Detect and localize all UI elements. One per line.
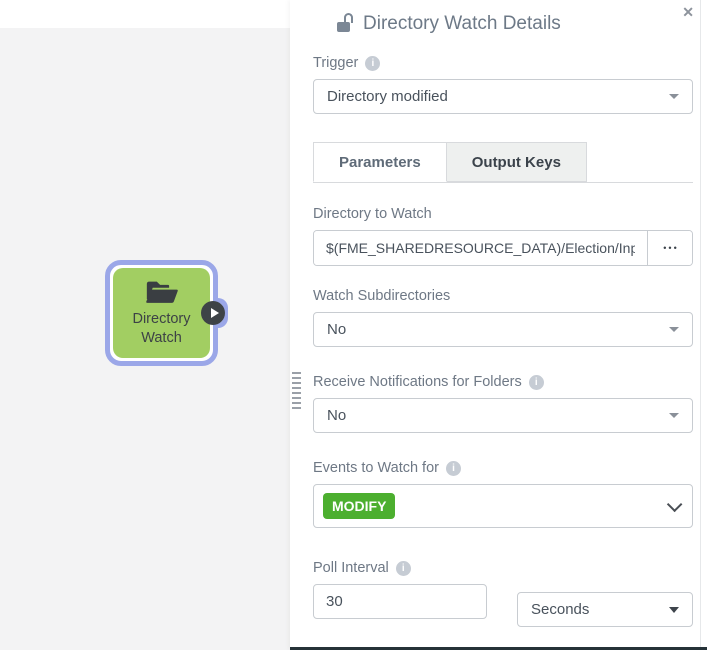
panel-title: Directory Watch Details [363, 13, 561, 34]
poll-unit-select[interactable]: Seconds [517, 592, 693, 627]
directory-input-group: ••• [313, 230, 693, 266]
caret-down-icon [669, 606, 679, 613]
trigger-section: Trigger i Directory modified [313, 55, 693, 114]
receive-notifications-label: Receive Notifications for Folders i [313, 374, 693, 390]
events-to-watch-label: Events to Watch for i [313, 460, 693, 476]
tab-parameters[interactable]: Parameters [313, 142, 447, 182]
poll-interval-input[interactable] [313, 584, 487, 619]
poll-interval-label: Poll Interval i [313, 560, 693, 576]
browse-button[interactable]: ••• [647, 231, 692, 265]
node-output-port[interactable] [201, 301, 225, 325]
tab-output-keys[interactable]: Output Keys [446, 142, 587, 182]
directory-watch-details-panel: ✕ Directory Watch Details Trigger i Dire… [290, 0, 707, 650]
info-icon[interactable]: i [365, 55, 381, 71]
watch-subdirectories-value: No [327, 321, 347, 338]
open-folder-icon [145, 281, 178, 303]
directory-to-watch-label: Directory to Watch [313, 206, 432, 222]
trigger-select[interactable]: Directory modified [313, 79, 693, 114]
events-multiselect[interactable]: MODIFY [313, 484, 693, 528]
tab-bar: Parameters Output Keys [313, 142, 693, 183]
receive-notifications-value: No [327, 407, 347, 424]
directory-watch-node[interactable]: Directory Watch [105, 260, 228, 366]
event-tag-modify[interactable]: MODIFY [323, 493, 396, 519]
workflow-canvas[interactable]: Directory Watch [0, 28, 290, 650]
play-icon [210, 308, 219, 318]
watch-subdirectories-label: Watch Subdirectories [313, 288, 451, 304]
chevron-down-icon [666, 496, 683, 512]
watch-subdirectories-section: Watch Subdirectories No [313, 288, 693, 347]
caret-down-icon [669, 94, 679, 99]
info-icon[interactable]: i [395, 560, 411, 576]
info-icon[interactable]: i [445, 460, 461, 476]
panel-header: Directory Watch Details [290, 0, 707, 35]
close-icon[interactable]: ✕ [682, 5, 694, 19]
unlock-icon [337, 13, 353, 32]
caret-down-icon [669, 327, 679, 332]
caret-down-icon [669, 413, 679, 418]
directory-to-watch-section: Directory to Watch ••• [313, 206, 693, 266]
watch-subdirectories-select[interactable]: No [313, 312, 693, 347]
events-to-watch-section: Events to Watch for i MODIFY [313, 460, 693, 528]
receive-notifications-select[interactable]: No [313, 398, 693, 433]
receive-notifications-section: Receive Notifications for Folders i No [313, 374, 693, 433]
trigger-selected-value: Directory modified [327, 88, 448, 105]
info-icon[interactable]: i [528, 374, 544, 390]
directory-input[interactable] [314, 231, 647, 265]
panel-scroll-track [700, 0, 701, 650]
panel-resize-grip[interactable] [292, 372, 301, 411]
poll-unit-value: Seconds [531, 601, 590, 618]
trigger-label: Trigger i [313, 55, 693, 71]
node-label: Directory Watch [132, 311, 191, 346]
poll-interval-section: Poll Interval i Seconds [313, 560, 693, 627]
node-body[interactable]: Directory Watch [113, 268, 210, 358]
